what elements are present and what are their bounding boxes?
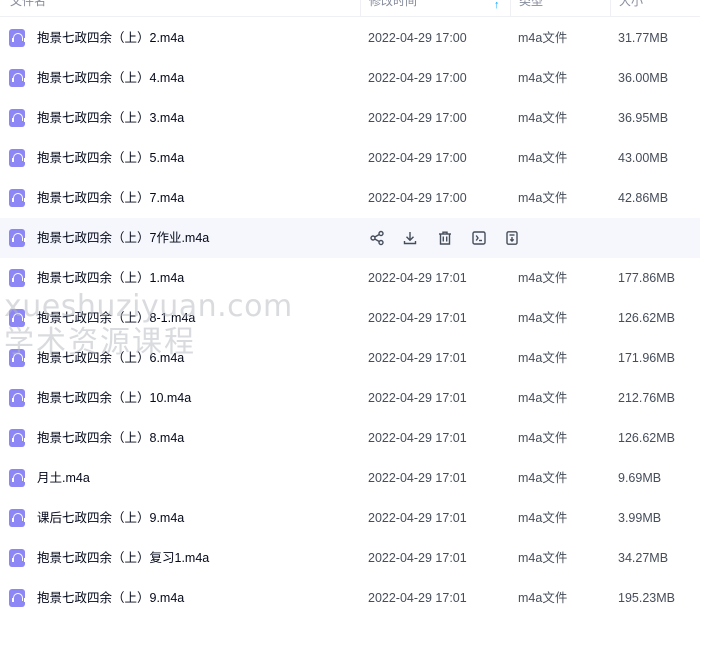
file-time: 2022-04-29 17:01 [368,311,467,325]
audio-file-icon [9,589,26,607]
file-name[interactable]: 抱景七政四余（上）4.m4a [37,58,184,98]
audio-file-icon [9,229,26,247]
file-time: 2022-04-29 17:01 [368,391,467,405]
file-size: 9.69MB [618,471,662,485]
file-type: m4a文件 [518,591,568,605]
file-type: m4a文件 [518,511,568,525]
file-row[interactable]: 抱景七政四余（上）2.m4a 2022-04-29 17:00 m4a文件 31.77… [0,18,700,58]
file-time: 2022-04-29 17:00 [368,31,467,45]
file-name[interactable]: 月土.m4a [37,458,90,498]
file-size: 36.95MB [618,111,669,125]
file-row[interactable]: 抱景七政四余（上）7.m4a 2022-04-29 17:00 m4a文件 42.86… [0,178,700,218]
audio-file-icon [9,109,26,127]
file-time: 2022-04-29 17:01 [368,551,467,565]
file-time: 2022-04-29 17:00 [368,191,467,205]
file-name[interactable]: 课后七政四余（上）9.m4a [37,498,184,538]
file-name[interactable]: 抱景七政四余（上）9.m4a [37,578,184,618]
file-time: 2022-04-29 17:01 [368,591,467,605]
file-row[interactable]: 抱景七政四余（上）10.m4a 2022-04-29 17:01 m4a文件 212.… [0,378,700,418]
file-list: 抱景七政四余（上）2.m4a 2022-04-29 17:00 m4a文件 31.77… [0,18,700,618]
file-type: m4a文件 [518,431,568,445]
rename-icon[interactable] [470,229,488,247]
audio-file-icon [9,509,26,527]
file-row[interactable]: 抱景七政四余（上）7作业.m4a [0,218,700,258]
file-name[interactable]: 抱景七政四余（上）3.m4a [37,98,184,138]
file-row[interactable]: 抱景七政四余（上）6.m4a 2022-04-29 17:01 m4a文件 171.9… [0,338,700,378]
file-name[interactable]: 抱景七政四余（上）10.m4a [37,378,191,418]
copy-icon[interactable] [503,229,521,247]
sort-ascending-icon[interactable]: ↑ [494,0,500,16]
file-list-header: 文件名 修改时间 ↑ 类型 大小 [0,0,700,17]
file-name[interactable]: 抱景七政四余（上）8.m4a [37,418,184,458]
file-size: 126.62MB [618,311,675,325]
file-time: 2022-04-29 17:00 [368,151,467,165]
file-row[interactable]: 抱景七政四余（上）5.m4a 2022-04-29 17:00 m4a文件 43.00… [0,138,700,178]
column-header-size[interactable]: 大小 [610,0,700,17]
file-type: m4a文件 [518,191,568,205]
download-icon[interactable] [401,229,419,247]
audio-file-icon [9,349,26,367]
file-type: m4a文件 [518,271,568,285]
file-type: m4a文件 [518,111,568,125]
file-time: 2022-04-29 17:01 [368,271,467,285]
file-row[interactable]: 抱景七政四余（上）8.m4a 2022-04-29 17:01 m4a文件 126.6… [0,418,700,458]
column-header-time[interactable]: 修改时间 ↑ [360,0,510,17]
file-size: 36.00MB [618,71,669,85]
file-name[interactable]: 抱景七政四余（上）6.m4a [37,338,184,378]
audio-file-icon [9,549,26,567]
file-type: m4a文件 [518,471,568,485]
file-row[interactable]: 抱景七政四余（上）3.m4a 2022-04-29 17:00 m4a文件 36.95… [0,98,700,138]
file-size: 126.62MB [618,431,675,445]
column-header-type[interactable]: 类型 [510,0,610,17]
file-size: 171.96MB [618,351,675,365]
file-size: 42.86MB [618,191,669,205]
file-row[interactable]: 抱景七政四余（上）复习1.m4a 2022-04-29 17:01 m4a文件 34.… [0,538,700,578]
file-size: 3.99MB [618,511,662,525]
file-time: 2022-04-29 17:01 [368,471,467,485]
file-size: 177.86MB [618,271,675,285]
file-time: 2022-04-29 17:00 [368,111,467,125]
delete-icon[interactable] [436,229,454,247]
file-row[interactable]: 抱景七政四余（上）8-1.m4a 2022-04-29 17:01 m4a文件 126… [0,298,700,338]
file-name[interactable]: 抱景七政四余（上）7.m4a [37,178,184,218]
audio-file-icon [9,469,26,487]
audio-file-icon [9,389,26,407]
share-icon[interactable] [368,229,386,247]
file-row[interactable]: 抱景七政四余（上）9.m4a 2022-04-29 17:01 m4a文件 195.2… [0,578,700,618]
file-time: 2022-04-29 17:01 [368,511,467,525]
file-time: 2022-04-29 17:01 [368,351,467,365]
file-name[interactable]: 抱景七政四余（上）5.m4a [37,138,184,178]
audio-file-icon [9,309,26,327]
file-row[interactable]: 抱景七政四余（上）4.m4a 2022-04-29 17:00 m4a文件 36.00… [0,58,700,98]
file-type: m4a文件 [518,71,568,85]
audio-file-icon [9,149,26,167]
file-size: 195.23MB [618,591,675,605]
file-type: m4a文件 [518,391,568,405]
file-name[interactable]: 抱景七政四余（上）8-1.m4a [37,298,195,338]
file-type: m4a文件 [518,351,568,365]
file-time: 2022-04-29 17:00 [368,71,467,85]
file-name[interactable]: 抱景七政四余（上）7作业.m4a [37,218,209,258]
audio-file-icon [9,189,26,207]
file-size: 43.00MB [618,151,669,165]
audio-file-icon [9,29,26,47]
file-type: m4a文件 [518,311,568,325]
file-size: 31.77MB [618,31,669,45]
audio-file-icon [9,429,26,447]
audio-file-icon [9,269,26,287]
file-time: 2022-04-29 17:01 [368,431,467,445]
file-name[interactable]: 抱景七政四余（上）1.m4a [37,258,184,298]
file-type: m4a文件 [518,31,568,45]
file-row[interactable]: 抱景七政四余（上）1.m4a 2022-04-29 17:01 m4a文件 177.8… [0,258,700,298]
file-row[interactable]: 课后七政四余（上）9.m4a 2022-04-29 17:01 m4a文件 3.99M… [0,498,700,538]
file-row[interactable]: 月土.m4a 2022-04-29 17:01 m4a文件 9.69MB [0,458,700,498]
file-size: 212.76MB [618,391,675,405]
file-name[interactable]: 抱景七政四余（上）2.m4a [37,18,184,58]
column-header-name[interactable]: 文件名 [10,0,46,17]
audio-file-icon [9,69,26,87]
file-name[interactable]: 抱景七政四余（上）复习1.m4a [37,538,209,578]
file-type: m4a文件 [518,151,568,165]
file-size: 34.27MB [618,551,669,565]
file-type: m4a文件 [518,551,568,565]
